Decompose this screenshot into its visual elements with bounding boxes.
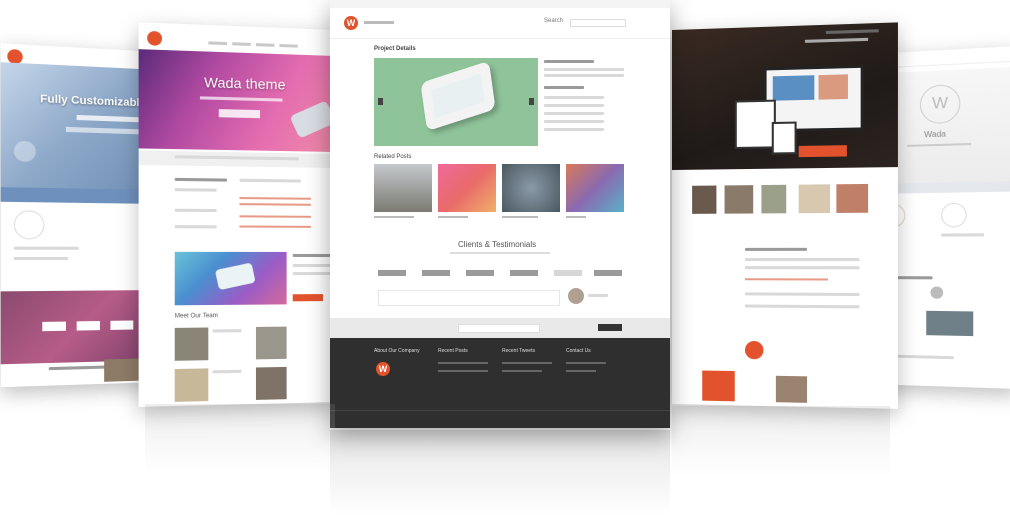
footer-col-title: Contact Us [566,348,591,354]
hero-title: Wada theme [204,73,286,93]
reflection-center [330,430,670,515]
project-slider[interactable] [374,58,538,146]
footer-logo-icon: W [376,362,390,376]
logo-icon: W [344,16,358,30]
newsletter-input[interactable] [458,324,540,333]
related-thumb[interactable] [566,164,624,212]
page-header [138,22,335,52]
section-title: Project Details [374,46,416,52]
slider-next-icon[interactable] [529,98,534,105]
search-input[interactable] [570,19,626,27]
footer-col-title: About Our Company [374,348,420,354]
hero-banner [672,22,898,170]
page-mockup-right [672,22,898,409]
cta-button[interactable] [798,145,847,158]
search-label: Search [544,18,564,24]
reflection-right [672,406,890,476]
related-thumb[interactable] [502,164,560,212]
hero-banner: Fully Customizable [0,62,160,190]
slider-prev-icon[interactable] [378,98,383,105]
related-thumb[interactable] [438,164,496,212]
related-thumb[interactable] [374,164,432,212]
hero-title: Fully Customizable [40,92,146,110]
client-logos [378,270,622,276]
reflection-left [145,404,335,474]
page-mockup-left: Fully Customizable [0,43,160,388]
logo-icon [147,30,163,46]
hero-banner: Wada theme [138,49,335,153]
brand-logo-icon: W [919,83,961,125]
phone-image [420,60,496,132]
footer-col-title: Recent Posts [438,348,468,354]
footer-col-title: Recent Tweets [502,348,535,354]
related-title: Related Posts [374,154,412,160]
clients-title: Clients & Testimonials [458,240,537,249]
page-mockup-second: Wada theme Meet Our Team [138,22,335,407]
mockup-scene: Fully Customizable Wada theme Meet Our T… [0,0,1010,515]
brand-name: Wada [924,129,946,140]
avatar [568,288,584,304]
feature-image [174,251,287,306]
site-header: W Search [330,8,670,39]
promo-banner [0,290,160,365]
subscribe-button[interactable] [598,324,622,331]
page-mockup-center: W Search Project Details Related Posts C… [330,0,670,428]
newsletter-bar [330,318,670,338]
team-title: Meet Our Team [174,313,218,320]
site-footer: About Our Company Recent Posts Recent Tw… [330,338,670,428]
